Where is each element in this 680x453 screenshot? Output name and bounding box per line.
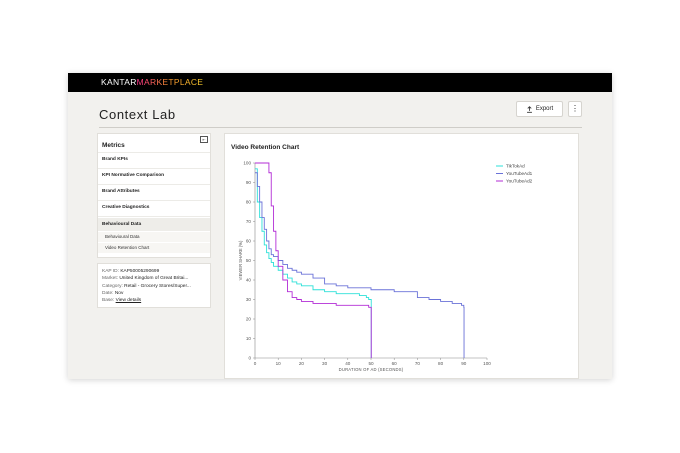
- y-tick-label: 80: [246, 200, 252, 205]
- ad-info-panel: KAP ID: KAP50005290699 Market: United Ki…: [97, 263, 211, 308]
- metrics-title: Metrics: [102, 142, 125, 149]
- more-vertical-icon: ⋮: [571, 104, 579, 113]
- y-tick-label: 0: [248, 356, 251, 361]
- y-tick-label: 10: [246, 336, 252, 341]
- y-tick-label: 30: [246, 297, 252, 302]
- info-base: Base: View details: [102, 298, 142, 304]
- x-tick-label: 40: [345, 361, 351, 366]
- metrics-item-brand-attributes[interactable]: Brand Attributes: [98, 189, 210, 194]
- y-axis-label: VIEWER SHARE (%): [238, 240, 243, 280]
- brand-logo[interactable]: KANTARMARKETPLACE: [101, 77, 203, 87]
- metrics-item-behavioural-data[interactable]: Behavioural Data: [98, 218, 210, 231]
- x-tick-label: 100: [483, 361, 491, 366]
- y-tick-label: 60: [246, 239, 252, 244]
- x-tick-label: 60: [392, 361, 398, 366]
- divider: [98, 216, 210, 217]
- metrics-item-creative-diagnostics[interactable]: Creative Diagnostics: [98, 205, 210, 210]
- info-date: Date: Nov: [102, 290, 124, 296]
- y-tick-label: 40: [246, 278, 252, 283]
- brand-logo-part1: KANTAR: [101, 77, 137, 87]
- series-line-tiktokad: [255, 168, 372, 358]
- series-line-youtubead1: [255, 172, 465, 358]
- legend-label: YouTubeAd1: [506, 171, 533, 176]
- chart-card: Video Retention Chart 0 10 20 30 40 50 60 70 80 9…: [224, 133, 579, 379]
- top-nav-bar: KANTARMARKETPLACE: [68, 73, 612, 92]
- y-tick-label: 100: [243, 161, 251, 166]
- legend-label: TikTokAd: [506, 164, 525, 169]
- more-options-button[interactable]: ⋮: [568, 101, 582, 117]
- metrics-subitem-video-retention[interactable]: Video Retention Chart: [98, 243, 210, 253]
- divider: [98, 200, 210, 201]
- x-tick-label: 90: [461, 361, 467, 366]
- x-tick-label: 0: [254, 361, 257, 366]
- x-tick-label: 20: [299, 361, 305, 366]
- y-tick-label: 50: [246, 258, 252, 263]
- info-kap-id: KAP ID: KAP50005290699: [102, 269, 160, 274]
- x-axis-label: DURATION OF AD (SECONDS): [339, 367, 404, 372]
- info-market: Market: United Kingdom of Great Britai..…: [102, 276, 189, 282]
- divider: [98, 152, 210, 153]
- export-label: Export: [535, 106, 554, 112]
- x-tick-label: 10: [276, 361, 282, 366]
- y-tick-label: 70: [246, 219, 252, 224]
- video-retention-chart: 0 10 20 30 40 50 60 70 80 90 100 0 10 20 30 40 50 60 70 80 9…: [238, 161, 533, 372]
- app-window: KANTARMARKETPLACE Context Lab Export ⋮ ⇤…: [68, 73, 612, 379]
- export-button[interactable]: Export: [516, 101, 563, 117]
- y-tick-label: 20: [246, 317, 252, 322]
- x-tick-label: 80: [438, 361, 444, 366]
- metrics-subitem-behavioural-data[interactable]: Behavioural Data: [98, 232, 210, 242]
- y-tick-label: 90: [246, 180, 252, 185]
- metrics-item-kpi-normative[interactable]: KPI Normative Comparison: [98, 173, 210, 178]
- legend-label: YouTubeAd2: [506, 179, 533, 184]
- x-tick-label: 30: [322, 361, 328, 366]
- title-divider: [99, 127, 582, 128]
- divider: [98, 168, 210, 169]
- info-category: Category: Retail - Grocery Stores/Super.…: [102, 283, 191, 289]
- upload-icon: [526, 105, 532, 113]
- series-line-youtubead2: [255, 162, 372, 358]
- x-tick-label: 70: [415, 361, 421, 366]
- divider: [98, 184, 210, 185]
- collapse-panel-icon[interactable]: ⇤: [200, 136, 208, 143]
- view-details-link[interactable]: View details: [116, 298, 142, 303]
- metrics-item-brand-kpis[interactable]: Brand KPIs: [98, 157, 210, 162]
- x-tick-label: 50: [368, 361, 374, 366]
- brand-logo-part2: MARKETPLACE: [136, 77, 204, 87]
- page-title: Context Lab: [99, 107, 176, 122]
- metrics-panel: ⇤ Metrics Brand KPIs KPI Normative Compa…: [97, 133, 211, 258]
